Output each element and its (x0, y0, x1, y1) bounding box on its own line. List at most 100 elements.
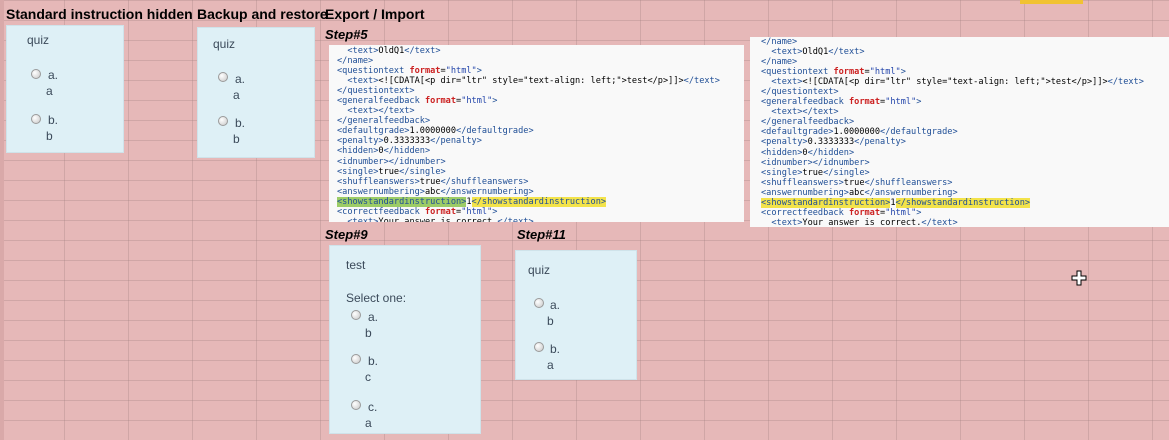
highlighted-code-token: <showstandardinstruction> (337, 196, 467, 207)
quiz-title: quiz (213, 37, 236, 51)
code-line: <showstandardinstruction>1</showstandard… (761, 197, 1169, 208)
code-token: </answernumbering> (864, 187, 958, 198)
xml-export-right: </name> <text>OldQ1</text> </name> <questi… (750, 37, 1169, 227)
radio-icon[interactable] (218, 116, 228, 126)
code-line: <text>OldQ1</text> (761, 47, 1169, 57)
code-token: </hidden> (807, 147, 855, 158)
code-line: <penalty>0.3333333</penalty> (337, 136, 744, 146)
code-token: <text></text> (337, 106, 415, 117)
code-line: <text></text> (337, 106, 744, 116)
code-token: <hidden> (337, 146, 379, 157)
code-line: <defaultgrade>1.0000000</defaultgrade> (337, 126, 744, 136)
code-line: <text><![CDATA[<p dir="ltr" style="text-… (337, 76, 744, 86)
code-token: <answernumbering> (337, 186, 425, 197)
code-line: </questiontext> (337, 86, 744, 96)
code-line: </questiontext> (761, 87, 1169, 97)
step11-label: Step#11 (517, 227, 566, 242)
code-token: <idnumber></idnumber> (761, 157, 870, 168)
radio-icon[interactable] (534, 298, 544, 308)
code-line: <single>true</single> (337, 167, 744, 177)
code-token: </questiontext> (761, 87, 839, 98)
code-token: > (476, 66, 482, 77)
radio-icon[interactable] (351, 310, 361, 320)
code-token: </single> (823, 167, 870, 178)
code-token: <single> (337, 166, 379, 177)
code-line: <text>Your answer is correct.</text> (337, 217, 744, 222)
code-token: format (409, 66, 441, 77)
option-answer: b (233, 132, 240, 146)
code-line: <showstandardinstruction>1</showstandard… (337, 196, 744, 207)
option-answer: a (365, 416, 372, 430)
code-line: <answernumbering>abc</answernumbering> (337, 187, 744, 197)
crosshair-cursor-icon (1071, 270, 1087, 286)
code-token: </defaultgrade> (456, 126, 534, 137)
code-token: <penalty> (761, 137, 808, 148)
code-token: <![CDATA[<p dir="ltr" style="text-align:… (378, 76, 684, 87)
code-token: <questiontext (761, 67, 834, 78)
code-line: <shuffleanswers>true</shuffleanswers> (761, 178, 1169, 188)
code-token: format (833, 67, 865, 78)
option-answer: a (547, 358, 554, 372)
code-line: </generalfeedback> (337, 116, 744, 126)
code-line: <generalfeedback format="html"> (761, 97, 1169, 107)
xml-export-left: <text>OldQ1</text> </name> <questiontext f… (329, 45, 744, 222)
code-token: <generalfeedback (337, 96, 425, 107)
row-header-strip (0, 0, 4, 440)
option-letter: b. (550, 342, 561, 356)
code-line: <text><![CDATA[<p dir="ltr" style="text-… (761, 77, 1169, 87)
code-token: <questiontext (337, 66, 410, 77)
code-line: <generalfeedback format="html"> (337, 96, 744, 106)
select-one-prompt: Select one: (346, 291, 407, 305)
highlighted-code-token: </showstandardinstruction> (471, 196, 607, 207)
code-token: 0.3333333 (807, 137, 855, 148)
code-line: <hidden>0</hidden> (761, 148, 1169, 158)
code-token: Your answer is correct. (378, 216, 498, 222)
radio-icon[interactable] (31, 114, 41, 124)
radio-icon[interactable] (31, 69, 41, 79)
code-token: <generalfeedback (761, 97, 849, 108)
radio-icon[interactable] (351, 400, 361, 410)
code-line: <correctfeedback format="html"> (761, 208, 1169, 218)
code-token: format (848, 207, 881, 218)
code-token: "html" (885, 207, 917, 218)
code-token: <text> (761, 217, 803, 227)
radio-icon[interactable] (534, 342, 544, 352)
radio-icon[interactable] (218, 72, 228, 82)
code-line: <shuffleanswers>true</shuffleanswers> (337, 177, 744, 187)
option-answer: a (233, 88, 240, 102)
code-token: </penalty> (430, 136, 482, 147)
code-token: <text> (761, 47, 803, 58)
code-token: true (378, 166, 400, 177)
radio-icon[interactable] (351, 354, 361, 364)
code-token: format (424, 206, 457, 217)
code-token: "html" (869, 67, 901, 78)
selected-cell[interactable] (1020, 0, 1083, 4)
code-line: <penalty>0.3333333</penalty> (761, 137, 1169, 147)
option-answer: b (365, 326, 372, 340)
quiz-title: quiz (528, 263, 551, 277)
code-line: <hidden>0</hidden> (337, 146, 744, 156)
code-token: > (916, 97, 922, 108)
step5-label: Step#5 (325, 27, 368, 42)
code-token: </shuffleanswers> (440, 176, 529, 187)
option-letter: b. (368, 354, 379, 368)
code-token: true (419, 176, 441, 187)
option-answer: b (46, 129, 53, 143)
code-token: 1.0000000 (409, 126, 457, 137)
code-token: </penalty> (854, 137, 906, 148)
code-token: format (424, 96, 457, 107)
code-token: </text> (828, 47, 865, 58)
code-token: <hidden> (761, 147, 803, 158)
code-token: </name> (761, 37, 798, 47)
code-token: <answernumbering> (761, 187, 849, 198)
code-line: <text>Your answer is correct.</text> (761, 218, 1169, 227)
code-token: OldQ1 (378, 46, 405, 56)
code-token: 1 (466, 196, 472, 207)
code-token: > (900, 67, 906, 78)
option-answer: b (547, 314, 554, 328)
code-token: > (916, 207, 922, 218)
code-token: </generalfeedback> (337, 116, 431, 127)
code-token: <defaultgrade> (337, 126, 410, 137)
highlighted-code-token: <showstandardinstruction> (761, 197, 891, 208)
option-letter: a. (550, 298, 561, 312)
